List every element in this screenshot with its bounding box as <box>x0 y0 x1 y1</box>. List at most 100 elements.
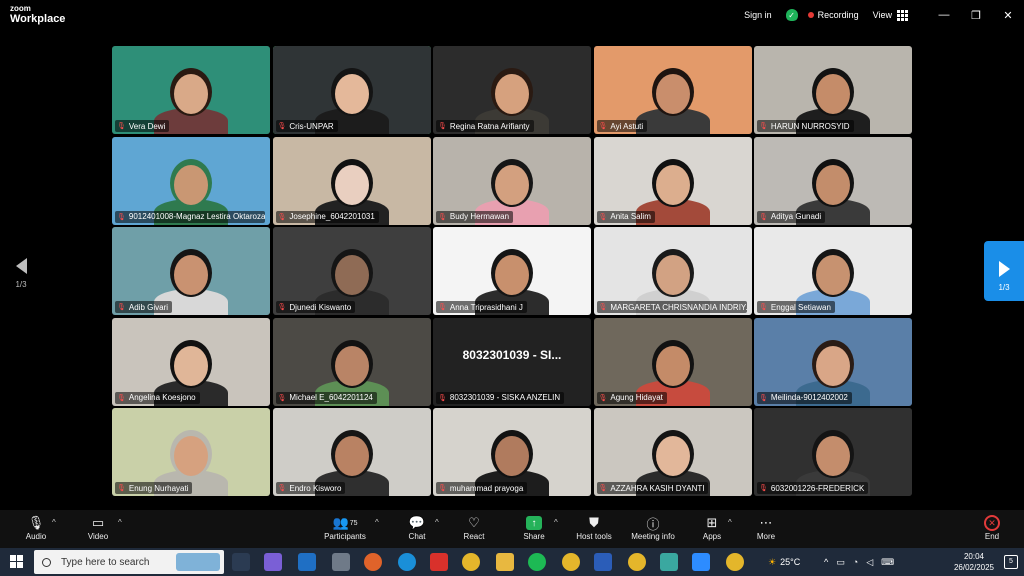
edge-icon[interactable] <box>398 553 416 571</box>
participant-tile[interactable]: 🎙 AZZAHRA KASIH DYANTI <box>593 408 752 496</box>
chrome-third-icon[interactable] <box>726 553 744 571</box>
taskbar-clock[interactable]: 20:04 26/02/2025 <box>954 551 994 573</box>
spotify-icon[interactable] <box>528 553 546 571</box>
participant-tile[interactable]: 🎙 Michael E_6042201124 <box>272 317 431 406</box>
participant-tile[interactable]: 🎙 Anna Triprasidhani J <box>433 227 591 315</box>
apps-button[interactable]: ⊞ Apps <box>698 514 726 541</box>
zoom-taskbar-icon[interactable] <box>692 553 710 571</box>
participant-name-label: 🎙 Agung Hidayat <box>596 391 667 404</box>
meeting-info-button[interactable]: ⓘ Meeting info <box>626 514 680 542</box>
task-view-icon[interactable] <box>232 553 250 571</box>
share-options-chevron-icon[interactable]: ^ <box>554 518 558 527</box>
participant-tile[interactable]: 🎙 MARGARETA CHRISNANDIA INDRIY... <box>593 227 752 315</box>
participant-tile[interactable]: 🎙 Aditya Gunadi <box>754 136 912 225</box>
meeting-info-label: Meeting info <box>631 532 675 541</box>
next-page-button[interactable]: 1/3 <box>984 241 1024 301</box>
share-button[interactable]: ↑ Share <box>518 514 550 541</box>
firefox-icon[interactable] <box>364 553 382 571</box>
participant-tile[interactable]: 🎙 Ayi Astuti <box>593 46 752 134</box>
more-button[interactable]: ⋯ More <box>752 514 780 541</box>
participant-face <box>174 74 208 114</box>
video-label: Video <box>87 532 109 541</box>
participant-name-label: 🎙 Anita Salim <box>596 210 655 223</box>
participant-name-label: 🎙 Aditya Gunadi <box>757 210 826 223</box>
chrome-second-icon[interactable] <box>628 553 646 571</box>
apps-options-chevron-icon[interactable]: ^ <box>728 518 732 527</box>
taskbar-search-box[interactable]: Type here to search <box>34 550 224 574</box>
outlook-icon[interactable] <box>298 553 316 571</box>
participant-name: Josephine_6042201031 <box>289 212 375 221</box>
participant-tile[interactable]: 🎙 6032001226-FREDERICK <box>754 408 912 496</box>
notification-center-icon[interactable]: 5 <box>1004 555 1018 569</box>
windows-taskbar: Type here to search ☀ 25°C ^ ▭ ◔ ◁ ⌨ 20:… <box>0 548 1024 576</box>
react-button[interactable]: ♡ React <box>458 514 490 541</box>
recording-indicator[interactable]: Recording <box>807 10 859 20</box>
host-tools-label: Host tools <box>576 532 612 541</box>
encryption-shield-icon[interactable]: ✓ <box>785 9 798 21</box>
windows-start-icon[interactable] <box>10 555 23 568</box>
chat-options-chevron-icon[interactable]: ^ <box>435 518 439 527</box>
chrome-profile-icon[interactable] <box>562 553 580 571</box>
video-button[interactable]: ▭ Video <box>84 514 112 541</box>
sign-in-button[interactable]: Sign in <box>744 10 772 20</box>
system-tray-icons[interactable]: ^ ▭ ◔ ◁ ⌨ <box>824 548 894 576</box>
grid-view-icon <box>897 9 908 21</box>
notepad-icon[interactable] <box>660 553 678 571</box>
restore-button[interactable]: ❐ <box>960 9 992 22</box>
arrow-left-icon <box>15 258 27 274</box>
participant-tile[interactable]: 🎙 Budy Hermawan <box>433 136 591 225</box>
participant-tile[interactable]: 🎙 Josephine_6042201031 <box>272 136 431 225</box>
participant-tile[interactable]: 🎙 Regina Ratna Arifianty <box>433 46 591 134</box>
copilot-icon[interactable] <box>264 553 282 571</box>
view-button[interactable]: View <box>873 9 908 21</box>
participant-tile[interactable]: 🎙 Endro Kisworo <box>272 408 431 496</box>
muted-microphone-icon: 🎙 <box>438 485 447 492</box>
host-tools-button[interactable]: ⛊ Host tools <box>572 514 616 541</box>
minimize-button[interactable]: — <box>928 9 960 21</box>
presentation-app-icon[interactable] <box>430 553 448 571</box>
participant-tile[interactable]: 🎙 Agung Hidayat <box>593 317 752 406</box>
ellipsis-icon: ⋯ <box>759 515 773 530</box>
participant-tile[interactable]: 🎙 muhammad prayoga <box>433 408 591 496</box>
share-screen-icon: ↑ <box>526 516 542 530</box>
weather-widget[interactable]: ☀ 25°C <box>768 548 800 576</box>
participants-button[interactable]: 👥 75 Participants <box>320 514 370 541</box>
battery-icon: ▭ <box>836 556 845 567</box>
participant-tile[interactable]: 🎙 Meilinda-9012402002 <box>754 317 912 406</box>
participant-tile[interactable]: 🎙 Djunedi Kiswanto <box>272 227 431 315</box>
close-window-button[interactable]: ✕ <box>992 9 1024 22</box>
participant-name-label: 🎙 Budy Hermawan <box>436 210 514 223</box>
camera-app-icon[interactable] <box>332 553 350 571</box>
participant-tile[interactable]: 🎙 Cris-UNPAR <box>272 46 431 134</box>
participant-tile[interactable]: 🎙 Angelina Koesjono <box>112 317 270 406</box>
participant-tile[interactable]: 🎙 Enung Nurhayati <box>112 408 270 496</box>
audio-button[interactable]: 🎙 Audio <box>22 514 50 541</box>
search-icon <box>42 557 51 567</box>
participant-tile[interactable]: 🎙 HARUN NURROSYID <box>754 46 912 134</box>
participant-name: Enung Nurhayati <box>128 483 189 493</box>
participant-tile[interactable]: 🎙 Vera Dewi <box>112 46 270 134</box>
previous-page-button[interactable]: 1/3 <box>10 258 32 289</box>
participants-options-chevron-icon[interactable]: ^ <box>375 518 379 527</box>
chat-button[interactable]: 💬 Chat <box>402 514 432 541</box>
participant-face <box>174 164 208 205</box>
participant-tile[interactable]: 8032301039 - SI... 🎙 8032301039 - SISKA AN… <box>433 317 591 406</box>
chat-label: Chat <box>408 532 426 541</box>
participant-tile[interactable]: 🎙 Adib Givari <box>112 227 270 315</box>
video-options-chevron-icon[interactable]: ^ <box>118 518 122 527</box>
volume-icon: ◁ <box>866 556 874 567</box>
participant-name: AZZAHRA KASIH DYANTI <box>610 483 705 493</box>
participant-tile[interactable]: 🎙 9012401008-Magnaz Lestira Oktaroza <box>112 136 270 225</box>
word-icon[interactable] <box>594 553 612 571</box>
participant-tile[interactable]: 🎙 Enggal Setiawan <box>754 227 912 315</box>
end-meeting-button[interactable]: ✕ End <box>978 514 1006 541</box>
muted-microphone-icon: 🎙 <box>759 394 768 402</box>
muted-microphone-icon: 🎙 <box>438 213 447 221</box>
tray-chevron-icon: ^ <box>824 557 829 567</box>
chrome-icon[interactable] <box>462 553 480 571</box>
muted-microphone-icon: 🎙 <box>759 485 768 492</box>
participant-name: Cris-UNPAR <box>289 121 334 131</box>
file-explorer-icon[interactable] <box>496 553 514 571</box>
audio-options-chevron-icon[interactable]: ^ <box>52 518 56 527</box>
participant-tile[interactable]: 🎙 Anita Salim <box>593 136 752 225</box>
